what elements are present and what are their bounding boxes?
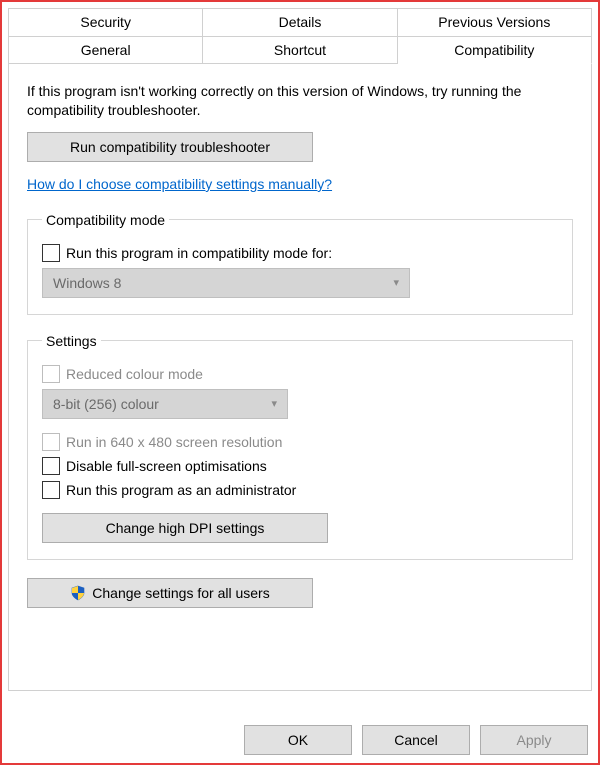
compat-mode-select[interactable]: Windows 8 ▾ <box>42 268 410 298</box>
properties-dialog: Security Details Previous Versions Gener… <box>0 0 600 765</box>
compat-mode-checkbox[interactable] <box>42 244 60 262</box>
tab-details[interactable]: Details <box>203 8 397 36</box>
uac-shield-icon <box>70 585 86 601</box>
run-troubleshooter-button[interactable]: Run compatibility troubleshooter <box>27 132 313 162</box>
disable-fullscreen-label: Disable full-screen optimisations <box>66 458 267 474</box>
compat-mode-select-value: Windows 8 <box>53 275 121 291</box>
apply-button[interactable]: Apply <box>480 725 588 755</box>
change-all-users-button[interactable]: Change settings for all users <box>27 578 313 608</box>
change-dpi-button[interactable]: Change high DPI settings <box>42 513 328 543</box>
compatibility-mode-legend: Compatibility mode <box>42 212 169 228</box>
run-admin-label: Run this program as an administrator <box>66 482 296 498</box>
run-admin-checkbox[interactable] <box>42 481 60 499</box>
help-link[interactable]: How do I choose compatibility settings m… <box>27 176 332 192</box>
cancel-button[interactable]: Cancel <box>362 725 470 755</box>
compat-mode-label: Run this program in compatibility mode f… <box>66 245 332 261</box>
intro-text: If this program isn't working correctly … <box>27 82 547 120</box>
chevron-down-icon: ▾ <box>393 276 399 289</box>
run-640-checkbox <box>42 433 60 451</box>
colour-select: 8-bit (256) colour ▾ <box>42 389 288 419</box>
run-640-label: Run in 640 x 480 screen resolution <box>66 434 282 450</box>
colour-select-value: 8-bit (256) colour <box>53 396 159 412</box>
tab-previous-versions[interactable]: Previous Versions <box>398 8 592 36</box>
compatibility-mode-group: Compatibility mode Run this program in c… <box>27 212 573 315</box>
chevron-down-icon: ▾ <box>271 397 277 410</box>
tab-shortcut[interactable]: Shortcut <box>203 36 397 64</box>
disable-fullscreen-checkbox[interactable] <box>42 457 60 475</box>
settings-group: Settings Reduced colour mode 8-bit (256)… <box>27 333 573 560</box>
tab-panel-compatibility: If this program isn't working correctly … <box>8 63 592 691</box>
tab-security[interactable]: Security <box>8 8 203 36</box>
change-all-users-label: Change settings for all users <box>92 585 269 601</box>
ok-button[interactable]: OK <box>244 725 352 755</box>
dialog-footer-buttons: OK Cancel Apply <box>244 725 588 755</box>
reduced-colour-checkbox <box>42 365 60 383</box>
tab-general[interactable]: General <box>8 36 203 64</box>
reduced-colour-label: Reduced colour mode <box>66 366 203 382</box>
tab-strip: Security Details Previous Versions Gener… <box>8 8 592 691</box>
settings-legend: Settings <box>42 333 101 349</box>
tab-compatibility[interactable]: Compatibility <box>398 36 592 64</box>
